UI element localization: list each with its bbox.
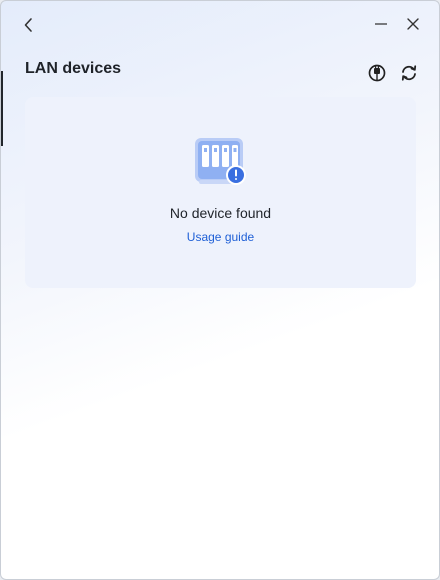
refresh-icon <box>401 65 417 81</box>
chevron-left-icon <box>24 18 32 32</box>
titlebar <box>1 1 439 47</box>
nas-device-warning-icon <box>193 136 249 188</box>
refresh-button[interactable] <box>398 62 420 84</box>
minimize-icon <box>375 23 387 25</box>
page-title: LAN devices <box>25 60 122 77</box>
lan-devices-window: LAN devices No device found Usage guide <box>0 0 440 580</box>
back-button[interactable] <box>19 15 39 35</box>
minimize-button[interactable] <box>372 15 390 33</box>
window-edge-shadow <box>1 71 3 146</box>
plug-icon <box>368 64 386 82</box>
close-button[interactable] <box>404 15 422 33</box>
close-icon <box>407 18 419 30</box>
empty-state-card: No device found Usage guide <box>25 97 416 288</box>
empty-state-message: No device found <box>169 205 272 221</box>
usage-guide-link[interactable]: Usage guide <box>25 230 416 244</box>
connect-device-button[interactable] <box>366 62 388 84</box>
